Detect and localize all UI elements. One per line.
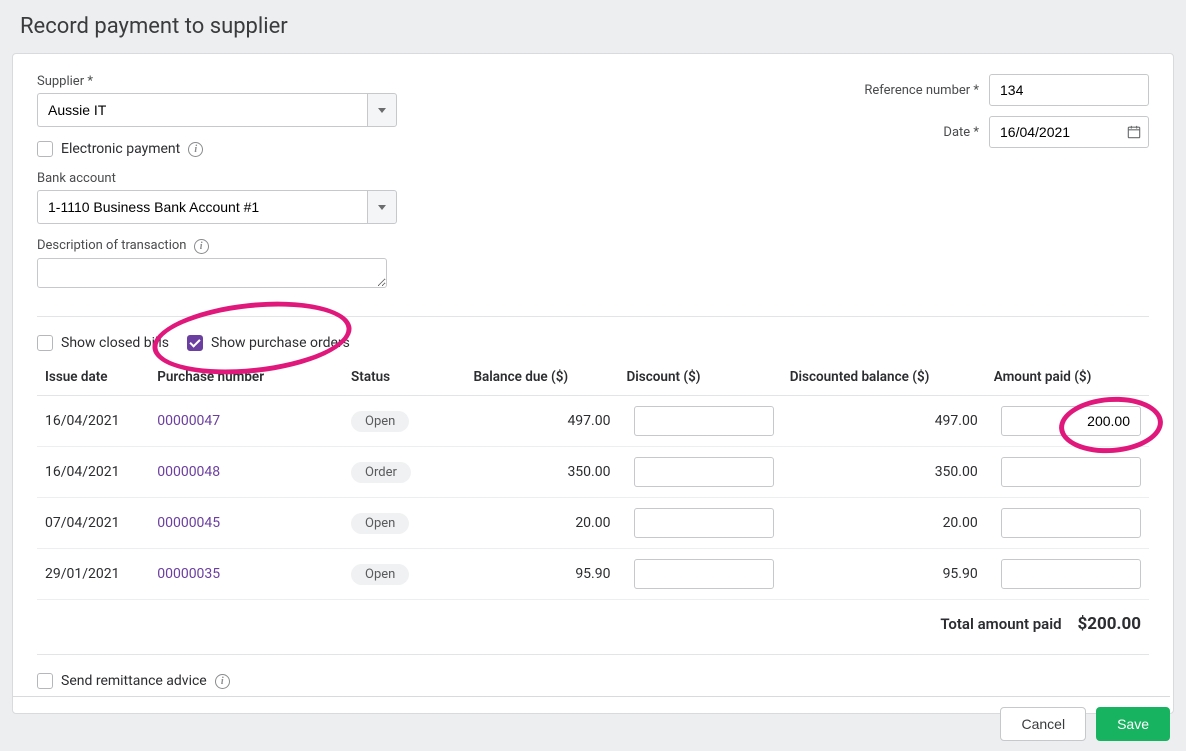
col-purchase-number[interactable]: Purchase number	[149, 359, 343, 396]
discount-input[interactable]	[634, 559, 774, 589]
date-label: Date	[943, 125, 979, 140]
send-remittance-checkbox[interactable]	[37, 673, 53, 689]
cell-issue-date: 16/04/2021	[37, 396, 149, 447]
bank-account-label: Bank account	[37, 171, 397, 186]
discount-input[interactable]	[634, 457, 774, 487]
supplier-select[interactable]	[37, 93, 367, 127]
col-discount[interactable]: Discount ($)	[618, 359, 781, 396]
table-row: 29/01/2021 00000035 Open 95.90 95.90	[37, 549, 1149, 600]
cell-issue-date: 29/01/2021	[37, 549, 149, 600]
bills-table: Issue date Purchase number Status Balanc…	[37, 359, 1149, 600]
table-row: 07/04/2021 00000045 Open 20.00 20.00	[37, 498, 1149, 549]
total-label: Total amount paid	[940, 615, 1061, 633]
purchase-number-link[interactable]: 00000045	[157, 515, 220, 531]
table-filters: Show closed bills Show purchase orders	[37, 335, 1149, 351]
electronic-payment-checkbox[interactable]	[37, 141, 53, 157]
purchase-number-link[interactable]: 00000035	[157, 566, 220, 582]
show-closed-bills-label[interactable]: Show closed bills	[61, 335, 169, 351]
cell-balance-due: 20.00	[465, 498, 618, 549]
total-row: Total amount paid $200.00	[37, 600, 1149, 638]
cell-issue-date: 07/04/2021	[37, 498, 149, 549]
description-label: Description of transaction i	[37, 238, 397, 254]
electronic-payment-label[interactable]: Electronic payment	[61, 141, 180, 157]
bank-account-dropdown-button[interactable]	[367, 190, 397, 224]
show-purchase-orders-label[interactable]: Show purchase orders	[211, 335, 350, 351]
total-amount: $200.00	[1078, 614, 1141, 634]
amount-paid-input[interactable]	[1001, 406, 1141, 436]
cell-discounted-balance: 95.90	[782, 549, 986, 600]
cell-discounted-balance: 20.00	[782, 498, 986, 549]
cell-balance-due: 95.90	[465, 549, 618, 600]
col-balance-due[interactable]: Balance due ($)	[465, 359, 618, 396]
show-purchase-orders-checkbox[interactable]	[187, 335, 203, 351]
chevron-down-icon	[378, 205, 386, 210]
discount-input[interactable]	[634, 508, 774, 538]
info-icon[interactable]: i	[194, 239, 209, 254]
status-badge: Open	[351, 513, 409, 534]
save-button[interactable]: Save	[1096, 707, 1170, 741]
col-status[interactable]: Status	[343, 359, 465, 396]
status-badge: Order	[351, 462, 411, 483]
status-badge: Open	[351, 564, 409, 585]
col-issue-date[interactable]: Issue date	[37, 359, 149, 396]
send-remittance-label[interactable]: Send remittance advice	[61, 673, 207, 689]
col-discounted-balance[interactable]: Discounted balance ($)	[782, 359, 986, 396]
action-bar: Cancel Save	[12, 696, 1170, 741]
amount-paid-input[interactable]	[1001, 559, 1141, 589]
date-input[interactable]	[989, 116, 1149, 148]
bank-account-select[interactable]	[37, 190, 367, 224]
main-panel: Supplier Electronic payment i Bank accou…	[12, 53, 1174, 714]
purchase-number-link[interactable]: 00000048	[157, 464, 220, 480]
description-input[interactable]	[37, 258, 387, 288]
reference-input[interactable]	[989, 74, 1149, 106]
cancel-button[interactable]: Cancel	[1000, 707, 1086, 741]
supplier-dropdown-button[interactable]	[367, 93, 397, 127]
chevron-down-icon	[378, 108, 386, 113]
purchase-number-link[interactable]: 00000047	[157, 413, 220, 429]
info-icon[interactable]: i	[215, 674, 230, 689]
status-badge: Open	[351, 411, 409, 432]
divider	[37, 316, 1149, 317]
table-row: 16/04/2021 00000047 Open 497.00 497.00	[37, 396, 1149, 447]
amount-paid-input[interactable]	[1001, 457, 1141, 487]
col-amount-paid[interactable]: Amount paid ($)	[986, 359, 1149, 396]
cell-discounted-balance: 497.00	[782, 396, 986, 447]
page-title: Record payment to supplier	[0, 0, 1186, 53]
cell-balance-due: 497.00	[465, 396, 618, 447]
cell-discounted-balance: 350.00	[782, 447, 986, 498]
reference-label: Reference number	[864, 83, 979, 98]
cell-balance-due: 350.00	[465, 447, 618, 498]
table-row: 16/04/2021 00000048 Order 350.00 350.00	[37, 447, 1149, 498]
discount-input[interactable]	[634, 406, 774, 436]
info-icon[interactable]: i	[188, 142, 203, 157]
amount-paid-input[interactable]	[1001, 508, 1141, 538]
show-closed-bills-checkbox[interactable]	[37, 335, 53, 351]
cell-issue-date: 16/04/2021	[37, 447, 149, 498]
supplier-label: Supplier	[37, 74, 397, 89]
